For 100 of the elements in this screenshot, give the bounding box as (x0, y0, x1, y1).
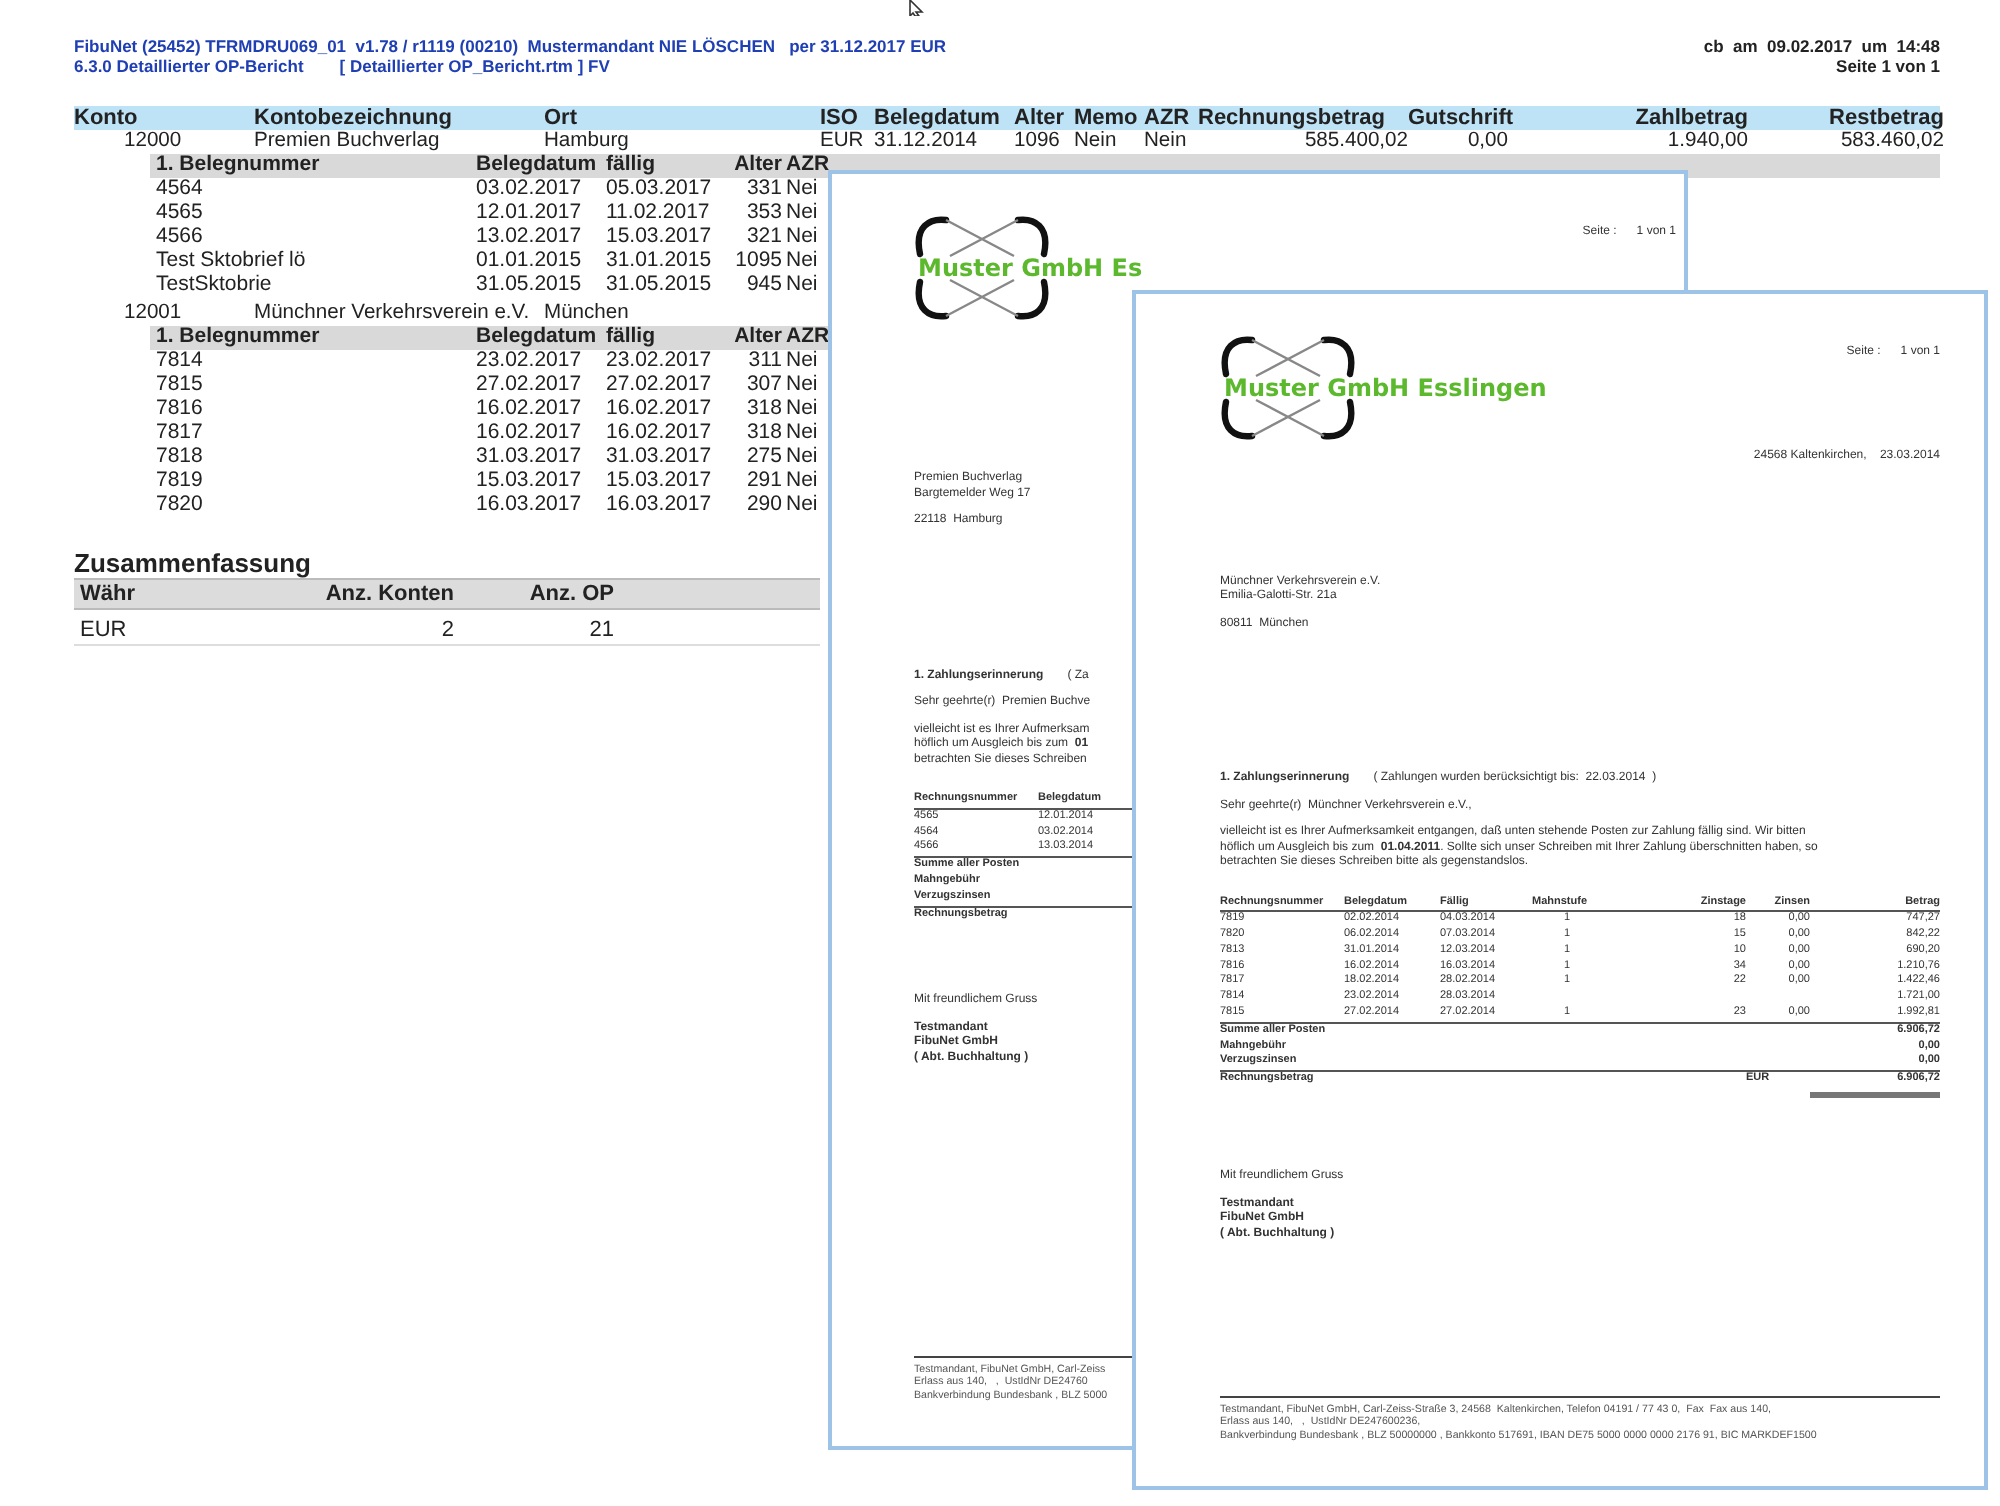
swoosh-icon (914, 278, 1050, 322)
table-cell-text: 23.02.2017 (606, 350, 714, 375)
table-cell-text: Premien Buchverlag (254, 130, 442, 154)
table-cell-text: 4565 (156, 201, 205, 226)
table-cell-text: 307 (744, 374, 782, 399)
table-cell-text: EUR (820, 130, 866, 154)
table-cell-text: 1.940,00 (1665, 130, 1748, 154)
table-cell-text: 03.02.2017 (476, 177, 584, 202)
column-header: AZR (784, 326, 828, 350)
table-cell-text: 31.03.2017 (606, 445, 714, 470)
column-header: Restbetrag (1827, 106, 1944, 130)
table-cell-text: 311 (746, 350, 782, 375)
table-cell-text: 585.400,02 (1302, 130, 1408, 154)
table-cell-text: Nei (784, 249, 820, 274)
table-cell-text: 2 (439, 615, 454, 644)
table-cell-text: 331 (744, 177, 782, 202)
table-cell-text: 7814 (156, 350, 205, 375)
table-cell-text: 12000 (122, 130, 184, 154)
table-cell-text: Nei (784, 422, 820, 446)
table-cell-text: Nei (784, 374, 820, 398)
column-header: Ort (544, 106, 579, 130)
table-cell-text: Test Sktobrief lö (156, 249, 308, 274)
table-cell-text: 15.03.2017 (606, 469, 714, 494)
table-cell-text: 321 (744, 225, 782, 250)
column-header: AZR (784, 154, 828, 178)
column-header: Kontobezeichnung (254, 106, 454, 130)
table-cell-text: 16.03.2017 (476, 493, 584, 518)
table-cell-text: 0,00 (1465, 130, 1508, 154)
table-cell-text: 4564 (156, 177, 205, 202)
table-cell-text: EUR (78, 615, 129, 644)
table-cell-text: Nei (784, 469, 820, 494)
table-cell-text: TestSktobrie (156, 273, 274, 297)
swoosh-icon (1220, 398, 1356, 442)
table-cell-text: Nei (784, 445, 820, 470)
table-cell-text: Münchner Verkehrsverein e.V. (254, 302, 532, 326)
column-header: Anz. Konten (323, 579, 454, 608)
column-header: Zahlbetrag (1633, 106, 1748, 130)
table-cell-text: 31.03.2017 (476, 445, 584, 470)
table-cell-text: 11.02.2017 (606, 201, 712, 226)
table-cell-text: 23.02.2017 (476, 350, 584, 375)
table-cell-text: 16.02.2017 (476, 422, 584, 446)
table-cell-text: 16.02.2017 (606, 422, 714, 446)
table-cell-text: 4566 (156, 225, 205, 250)
swoosh-icon (914, 214, 1050, 258)
table-cell-text: 7819 (156, 469, 205, 494)
table-cell-text: Nei (784, 493, 820, 518)
column-header: Rechnungsbetrag (1198, 106, 1388, 130)
column-header: Alter (1014, 106, 1067, 130)
print-info: cb am 09.02.2017 um 14:48 (1703, 36, 1940, 56)
table-cell-text: 31.01.2015 (606, 249, 714, 274)
table-cell-text: 15.03.2017 (476, 469, 584, 494)
table-cell-text: 12001 (122, 302, 184, 326)
table-cell-text: Nei (784, 398, 820, 422)
column-header: 1. Belegnummer (156, 326, 322, 351)
table-cell-text: Nei (784, 273, 820, 297)
table-cell-text: 583.460,02 (1838, 130, 1944, 154)
table-cell-text: 1096 (1014, 130, 1062, 154)
column-header: fällig (606, 154, 658, 178)
cursor-icon (904, 0, 928, 16)
table-cell-text: 291 (744, 469, 782, 494)
company-name: Muster GmbH Esslingen (1224, 374, 1547, 402)
table-cell-text: Nei (784, 225, 820, 250)
table-cell-text: 945 (744, 273, 782, 297)
table-cell-text: 31.05.2015 (606, 273, 714, 297)
report-name: 6.3.0 Detaillierter OP-Bericht (74, 56, 304, 76)
column-header: Konto (74, 106, 140, 130)
table-cell-text: 16.03.2017 (606, 493, 714, 518)
table-cell-text: Hamburg (544, 130, 631, 154)
page-number: Seite 1 von 1 (1834, 56, 1940, 76)
column-header: Währ (78, 579, 137, 608)
table-cell-text: Nei (784, 201, 820, 226)
table-cell-text: München (544, 302, 631, 326)
column-header: Gutschrift (1408, 106, 1508, 130)
column-header: ISO (820, 106, 860, 130)
table-cell-text: 290 (744, 493, 782, 518)
column-header: Alter (732, 154, 782, 178)
column-header: Belegdatum (476, 154, 599, 178)
table-cell-text: 318 (744, 398, 782, 423)
table-cell-text: Nein (1074, 130, 1119, 154)
report-title: FibuNet (25452) TFRMDRU069_01 v1.78 / r1119 (00210) Mustermandant NIE LÖSCHEN per 31.12.2017 EUR (74, 36, 947, 56)
table-cell-text: 1095 (733, 249, 782, 274)
table-cell-text: Nei (784, 350, 820, 374)
swoosh-icon (1220, 334, 1356, 378)
column-header: 1. Belegnummer (156, 154, 322, 178)
table-cell-text: 27.02.2017 (476, 374, 584, 399)
table-cell-text: 275 (744, 445, 782, 470)
table-cell-text: 31.05.2015 (476, 273, 584, 297)
company-name: Muster GmbH Es (918, 254, 1143, 282)
column-header: Anz. OP (527, 579, 614, 608)
column-header: Memo (1074, 106, 1140, 130)
table-cell-text: 05.03.2017 (606, 177, 714, 202)
table-cell-text: 7818 (156, 445, 205, 470)
table-cell-text: 16.02.2017 (476, 398, 584, 423)
table-cell-text: 21 (587, 615, 614, 644)
table-cell-text: 12.01.2017 (476, 201, 584, 226)
table-cell-text: Nein (1144, 130, 1189, 154)
column-header: Belegdatum (476, 326, 599, 351)
column-header: AZR (1144, 106, 1192, 130)
column-header: Belegdatum (874, 106, 1002, 130)
section-heading: Zusammenfassung (74, 547, 313, 578)
